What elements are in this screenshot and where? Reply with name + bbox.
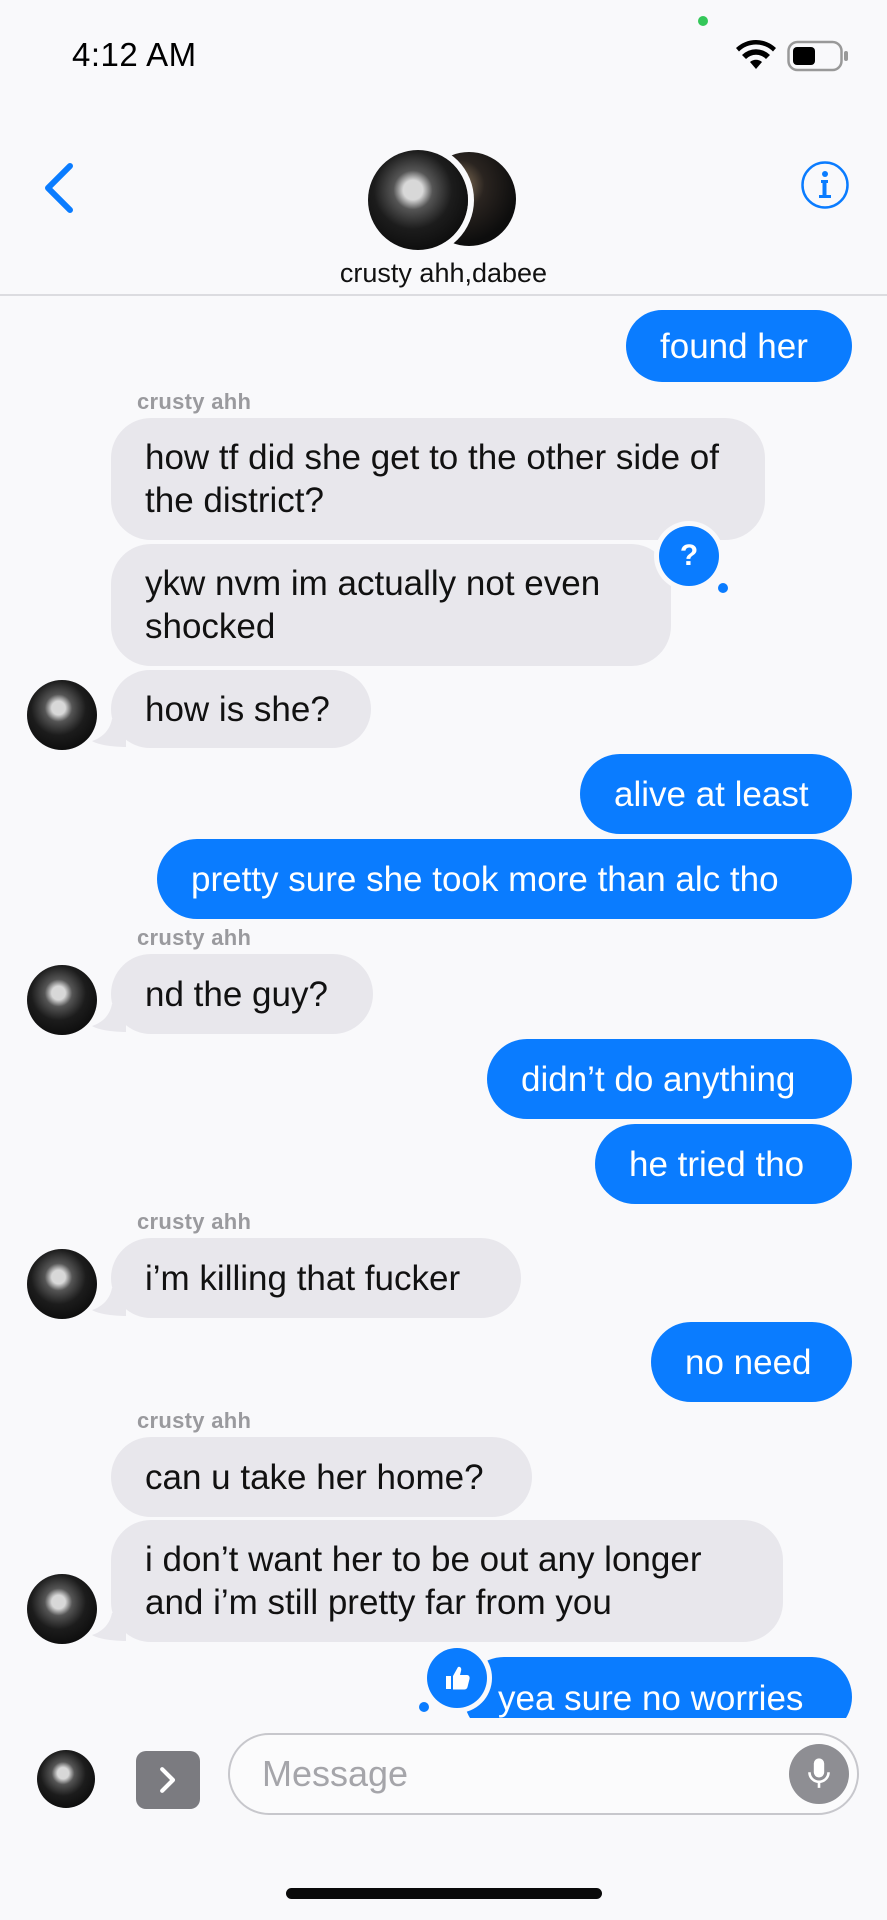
apps-button[interactable] — [136, 1751, 200, 1809]
message-bubble-outgoing[interactable]: he tried tho — [595, 1124, 852, 1204]
message-input-placeholder: Message — [262, 1753, 409, 1794]
battery-icon — [787, 40, 848, 72]
message-bubble-outgoing[interactable]: didn’t do anything — [487, 1039, 852, 1119]
message-bubble-outgoing[interactable]: no need — [651, 1322, 852, 1402]
status-time: 4:12 AM — [72, 36, 197, 73]
message-bubble-incoming[interactable]: how tf did she get to the other side of … — [111, 418, 765, 540]
thumbs-up-icon — [446, 1666, 470, 1690]
reaction-tail — [419, 1702, 429, 1712]
microphone-button[interactable] — [789, 1744, 849, 1804]
message-bubble-incoming[interactable]: nd the guy? — [111, 954, 373, 1034]
wifi-icon — [736, 40, 776, 69]
message-bubble-incoming[interactable]: i don’t want her to be out any longer an… — [111, 1520, 783, 1642]
my-avatar[interactable] — [37, 1750, 95, 1808]
avatar[interactable] — [27, 680, 97, 750]
sender-name: crusty ahh — [137, 1408, 252, 1433]
group-name[interactable]: crusty ahh,dabee — [0, 258, 887, 289]
message-bubble-incoming[interactable]: i’m killing that fucker — [111, 1238, 521, 1318]
message-bubble-outgoing[interactable]: alive at least — [580, 754, 852, 834]
avatar[interactable] — [27, 965, 97, 1035]
sender-name: crusty ahh — [137, 925, 252, 950]
sender-name: crusty ahh — [137, 389, 252, 414]
message-bubble-incoming[interactable]: how is she? — [111, 670, 371, 748]
microphone-icon — [808, 1758, 830, 1788]
group-avatar-primary[interactable] — [368, 150, 468, 250]
home-indicator[interactable] — [286, 1888, 602, 1899]
chevron-right-icon — [160, 1767, 176, 1793]
message-bubble-incoming[interactable]: can u take her home? — [111, 1437, 532, 1517]
avatar[interactable] — [27, 1574, 97, 1644]
sender-name: crusty ahh — [137, 1209, 252, 1234]
reaction-tail — [718, 583, 728, 593]
back-chevron-icon[interactable] — [40, 160, 76, 216]
message-bubble-incoming[interactable]: ykw nvm im actually not even shocked — [111, 544, 671, 666]
privacy-indicator — [698, 16, 708, 26]
question-reaction-icon[interactable]: ? — [659, 526, 719, 586]
message-bubble-outgoing[interactable]: pretty sure she took more than alc tho — [157, 839, 852, 919]
message-bubble-outgoing[interactable]: found her — [626, 310, 852, 382]
info-icon[interactable] — [800, 160, 850, 210]
avatar[interactable] — [27, 1249, 97, 1319]
header-divider — [0, 294, 887, 296]
thumbs-up-reaction-icon[interactable] — [427, 1648, 487, 1708]
